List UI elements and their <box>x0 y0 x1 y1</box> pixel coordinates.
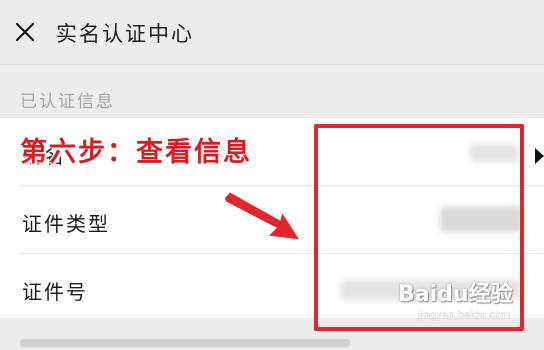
step-caption: 第六步：查看信息 <box>20 137 252 168</box>
row-label: 证件类型 <box>22 212 110 236</box>
footer-hint-blurred <box>20 334 360 350</box>
header-bar: 实名认证中心 <box>0 0 544 65</box>
screen: 实名认证中心 已认证信息 姓名 证件类型 证件号 第六步：查看信息 Baidu经… <box>0 0 544 350</box>
watermark-brand: Baidu经验 <box>398 282 513 307</box>
baidu-jingyan-watermark: Baidu经验 jingyan.baidu.com <box>398 276 538 336</box>
page-title: 实名认证中心 <box>56 22 194 46</box>
red-arrow-icon <box>223 192 301 241</box>
row-label: 证件号 <box>22 280 88 304</box>
watermark-url: jingyan.baidu.com <box>418 310 511 321</box>
section-label: 已认证信息 <box>20 92 115 112</box>
side-arrow-icon <box>535 148 544 164</box>
close-button[interactable] <box>10 17 40 47</box>
close-icon <box>15 22 35 42</box>
